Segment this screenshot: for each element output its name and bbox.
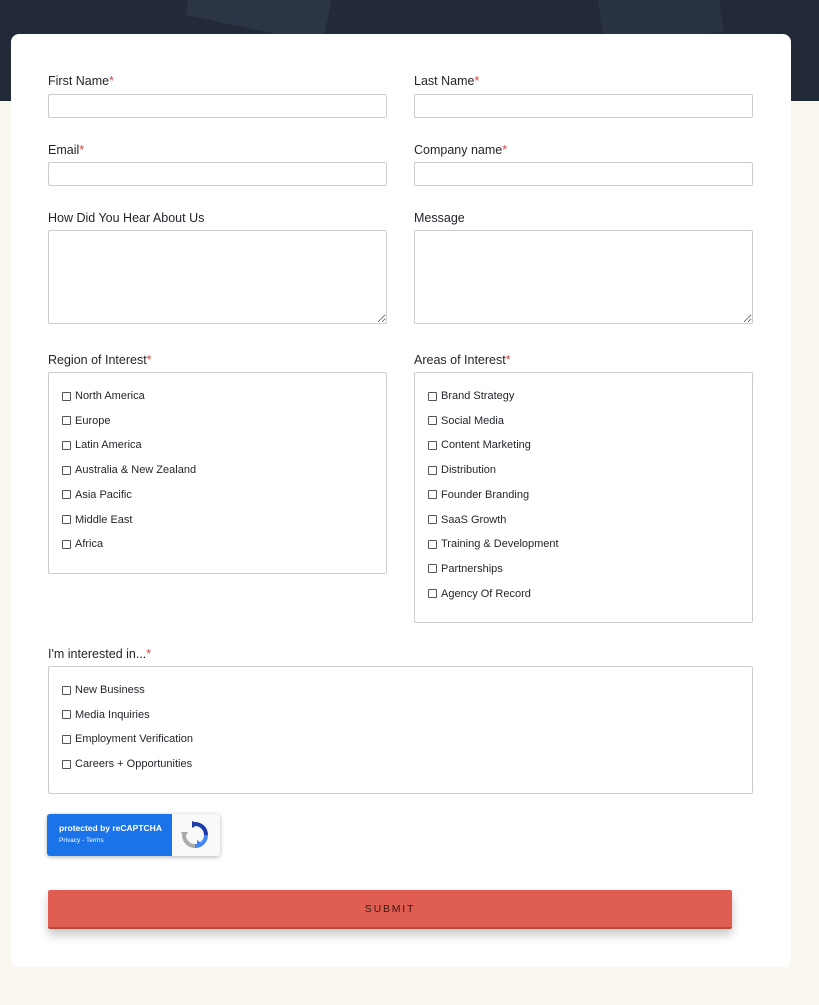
- checkbox-option[interactable]: Careers + Opportunities: [62, 757, 192, 771]
- areas-checkbox-group: Brand Strategy Social Media Content Market…: [414, 372, 753, 623]
- hear-about-label: How Did You Hear About Us: [48, 211, 205, 225]
- required-asterisk: *: [502, 143, 508, 157]
- checkbox-option[interactable]: Agency Of Record: [428, 587, 531, 601]
- checkbox[interactable]: [428, 391, 437, 401]
- checkbox[interactable]: [62, 734, 71, 744]
- region-label-text: Region of Interest: [48, 353, 147, 367]
- required-asterisk: *: [146, 647, 152, 661]
- checkbox-option[interactable]: Training & Development: [428, 537, 559, 551]
- checkbox-option[interactable]: Founder Branding: [428, 488, 529, 502]
- recaptcha-panel: protected by reCAPTCHA Privacy - Terms: [47, 814, 172, 856]
- company-label-text: Company name: [414, 143, 503, 157]
- checkbox-option[interactable]: North America: [62, 389, 145, 403]
- checkbox[interactable]: [428, 589, 437, 599]
- checkbox-option[interactable]: New Business: [62, 683, 145, 697]
- checkbox-label: Asia Pacific: [75, 488, 132, 501]
- checkbox[interactable]: [62, 539, 71, 549]
- checkbox-label: SaaS Growth: [441, 513, 507, 526]
- checkbox-option[interactable]: Media Inquiries: [62, 708, 150, 722]
- company-label: Company name*: [414, 143, 507, 157]
- message-textarea[interactable]: [414, 230, 753, 324]
- email-input[interactable]: [48, 162, 387, 186]
- checkbox[interactable]: [428, 465, 437, 475]
- interested-checkbox-group: New Business Media Inquiries Employment Ve…: [48, 666, 753, 794]
- areas-label-text: Areas of Interest: [414, 353, 506, 367]
- first-name-label-text: First Name: [48, 74, 110, 88]
- region-label: Region of Interest*: [48, 353, 152, 367]
- last-name-label: Last Name*: [414, 74, 479, 88]
- checkbox-label: Latin America: [75, 439, 142, 452]
- checkbox-label: North America: [75, 390, 145, 402]
- checkbox[interactable]: [62, 759, 71, 769]
- checkbox[interactable]: [428, 490, 437, 500]
- checkbox[interactable]: [62, 710, 71, 720]
- email-label-text: Email: [48, 143, 80, 157]
- checkbox-option[interactable]: Partnerships: [428, 562, 503, 576]
- checkbox[interactable]: [428, 416, 437, 426]
- checkbox[interactable]: [62, 685, 71, 695]
- recaptcha-links[interactable]: Privacy - Terms: [59, 837, 104, 844]
- checkbox-option[interactable]: Social Media: [428, 414, 504, 428]
- required-asterisk: *: [109, 74, 114, 88]
- areas-label: Areas of Interest*: [414, 353, 511, 367]
- checkbox-label: Content Marketing: [441, 439, 531, 452]
- last-name-input[interactable]: [414, 94, 753, 118]
- checkbox-label: Partnerships: [441, 562, 503, 575]
- checkbox-label: Social Media: [441, 414, 504, 427]
- checkbox-option[interactable]: Employment Verification: [62, 732, 193, 746]
- last-name-label-text: Last Name: [414, 74, 475, 88]
- checkbox[interactable]: [62, 490, 71, 500]
- checkbox-label: Africa: [75, 538, 104, 551]
- checkbox-label: Europe: [75, 414, 111, 427]
- checkbox[interactable]: [62, 465, 71, 475]
- first-name-label: First Name*: [48, 74, 114, 88]
- first-name-input[interactable]: [48, 94, 387, 118]
- checkbox-label: Employment Verification: [75, 733, 193, 746]
- required-asterisk: *: [79, 143, 85, 157]
- checkbox-option[interactable]: Middle East: [62, 513, 132, 527]
- checkbox[interactable]: [62, 416, 71, 426]
- checkbox[interactable]: [62, 391, 71, 401]
- checkbox-option[interactable]: Asia Pacific: [62, 488, 132, 502]
- checkbox[interactable]: [428, 564, 437, 574]
- checkbox-option[interactable]: Content Marketing: [428, 438, 531, 452]
- recaptcha-text: protected by reCAPTCHA: [59, 823, 162, 833]
- message-label: Message: [414, 211, 465, 225]
- interested-label: I'm interested in...*: [48, 647, 151, 661]
- checkbox-option[interactable]: Distribution: [428, 463, 496, 477]
- contact-form-card: First Name* Last Name* Email* Company na…: [11, 34, 791, 967]
- checkbox[interactable]: [428, 539, 437, 549]
- checkbox-option[interactable]: Africa: [62, 537, 103, 551]
- checkbox-label: Founder Branding: [441, 488, 530, 501]
- required-asterisk: *: [505, 353, 511, 367]
- checkbox-label: Media Inquiries: [75, 708, 150, 721]
- checkbox-label: Agency Of Record: [441, 587, 531, 600]
- checkbox-option[interactable]: Europe: [62, 414, 110, 428]
- interested-label-text: I'm interested in...: [48, 647, 147, 661]
- checkbox-option[interactable]: SaaS Growth: [428, 513, 506, 527]
- company-input[interactable]: [414, 162, 753, 186]
- checkbox[interactable]: [428, 440, 437, 450]
- checkbox-label: Brand Strategy: [441, 390, 515, 402]
- recaptcha-logo-icon: [181, 821, 208, 848]
- checkbox[interactable]: [428, 515, 437, 524]
- required-asterisk: *: [474, 74, 480, 88]
- checkbox-option[interactable]: Australia & New Zealand: [62, 463, 196, 477]
- checkbox[interactable]: [62, 440, 71, 450]
- checkbox-label: Distribution: [441, 464, 497, 477]
- checkbox-label: New Business: [75, 684, 145, 696]
- checkbox-label: Australia & New Zealand: [75, 464, 197, 477]
- checkbox-label: Middle East: [75, 513, 133, 526]
- region-checkbox-group: North America Europe Latin America Australi…: [48, 372, 387, 574]
- checkbox-option[interactable]: Brand Strategy: [428, 389, 514, 403]
- checkbox-label: Training & Development: [441, 538, 559, 551]
- checkbox[interactable]: [62, 515, 71, 524]
- checkbox-option[interactable]: Latin America: [62, 438, 142, 452]
- recaptcha-badge[interactable]: protected by reCAPTCHA Privacy - Terms: [47, 814, 220, 856]
- required-asterisk: *: [146, 353, 152, 367]
- email-label: Email*: [48, 143, 84, 157]
- checkbox-label: Careers + Opportunities: [75, 758, 193, 771]
- submit-button[interactable]: SUBMIT: [48, 890, 732, 929]
- hear-about-textarea[interactable]: [48, 230, 387, 324]
